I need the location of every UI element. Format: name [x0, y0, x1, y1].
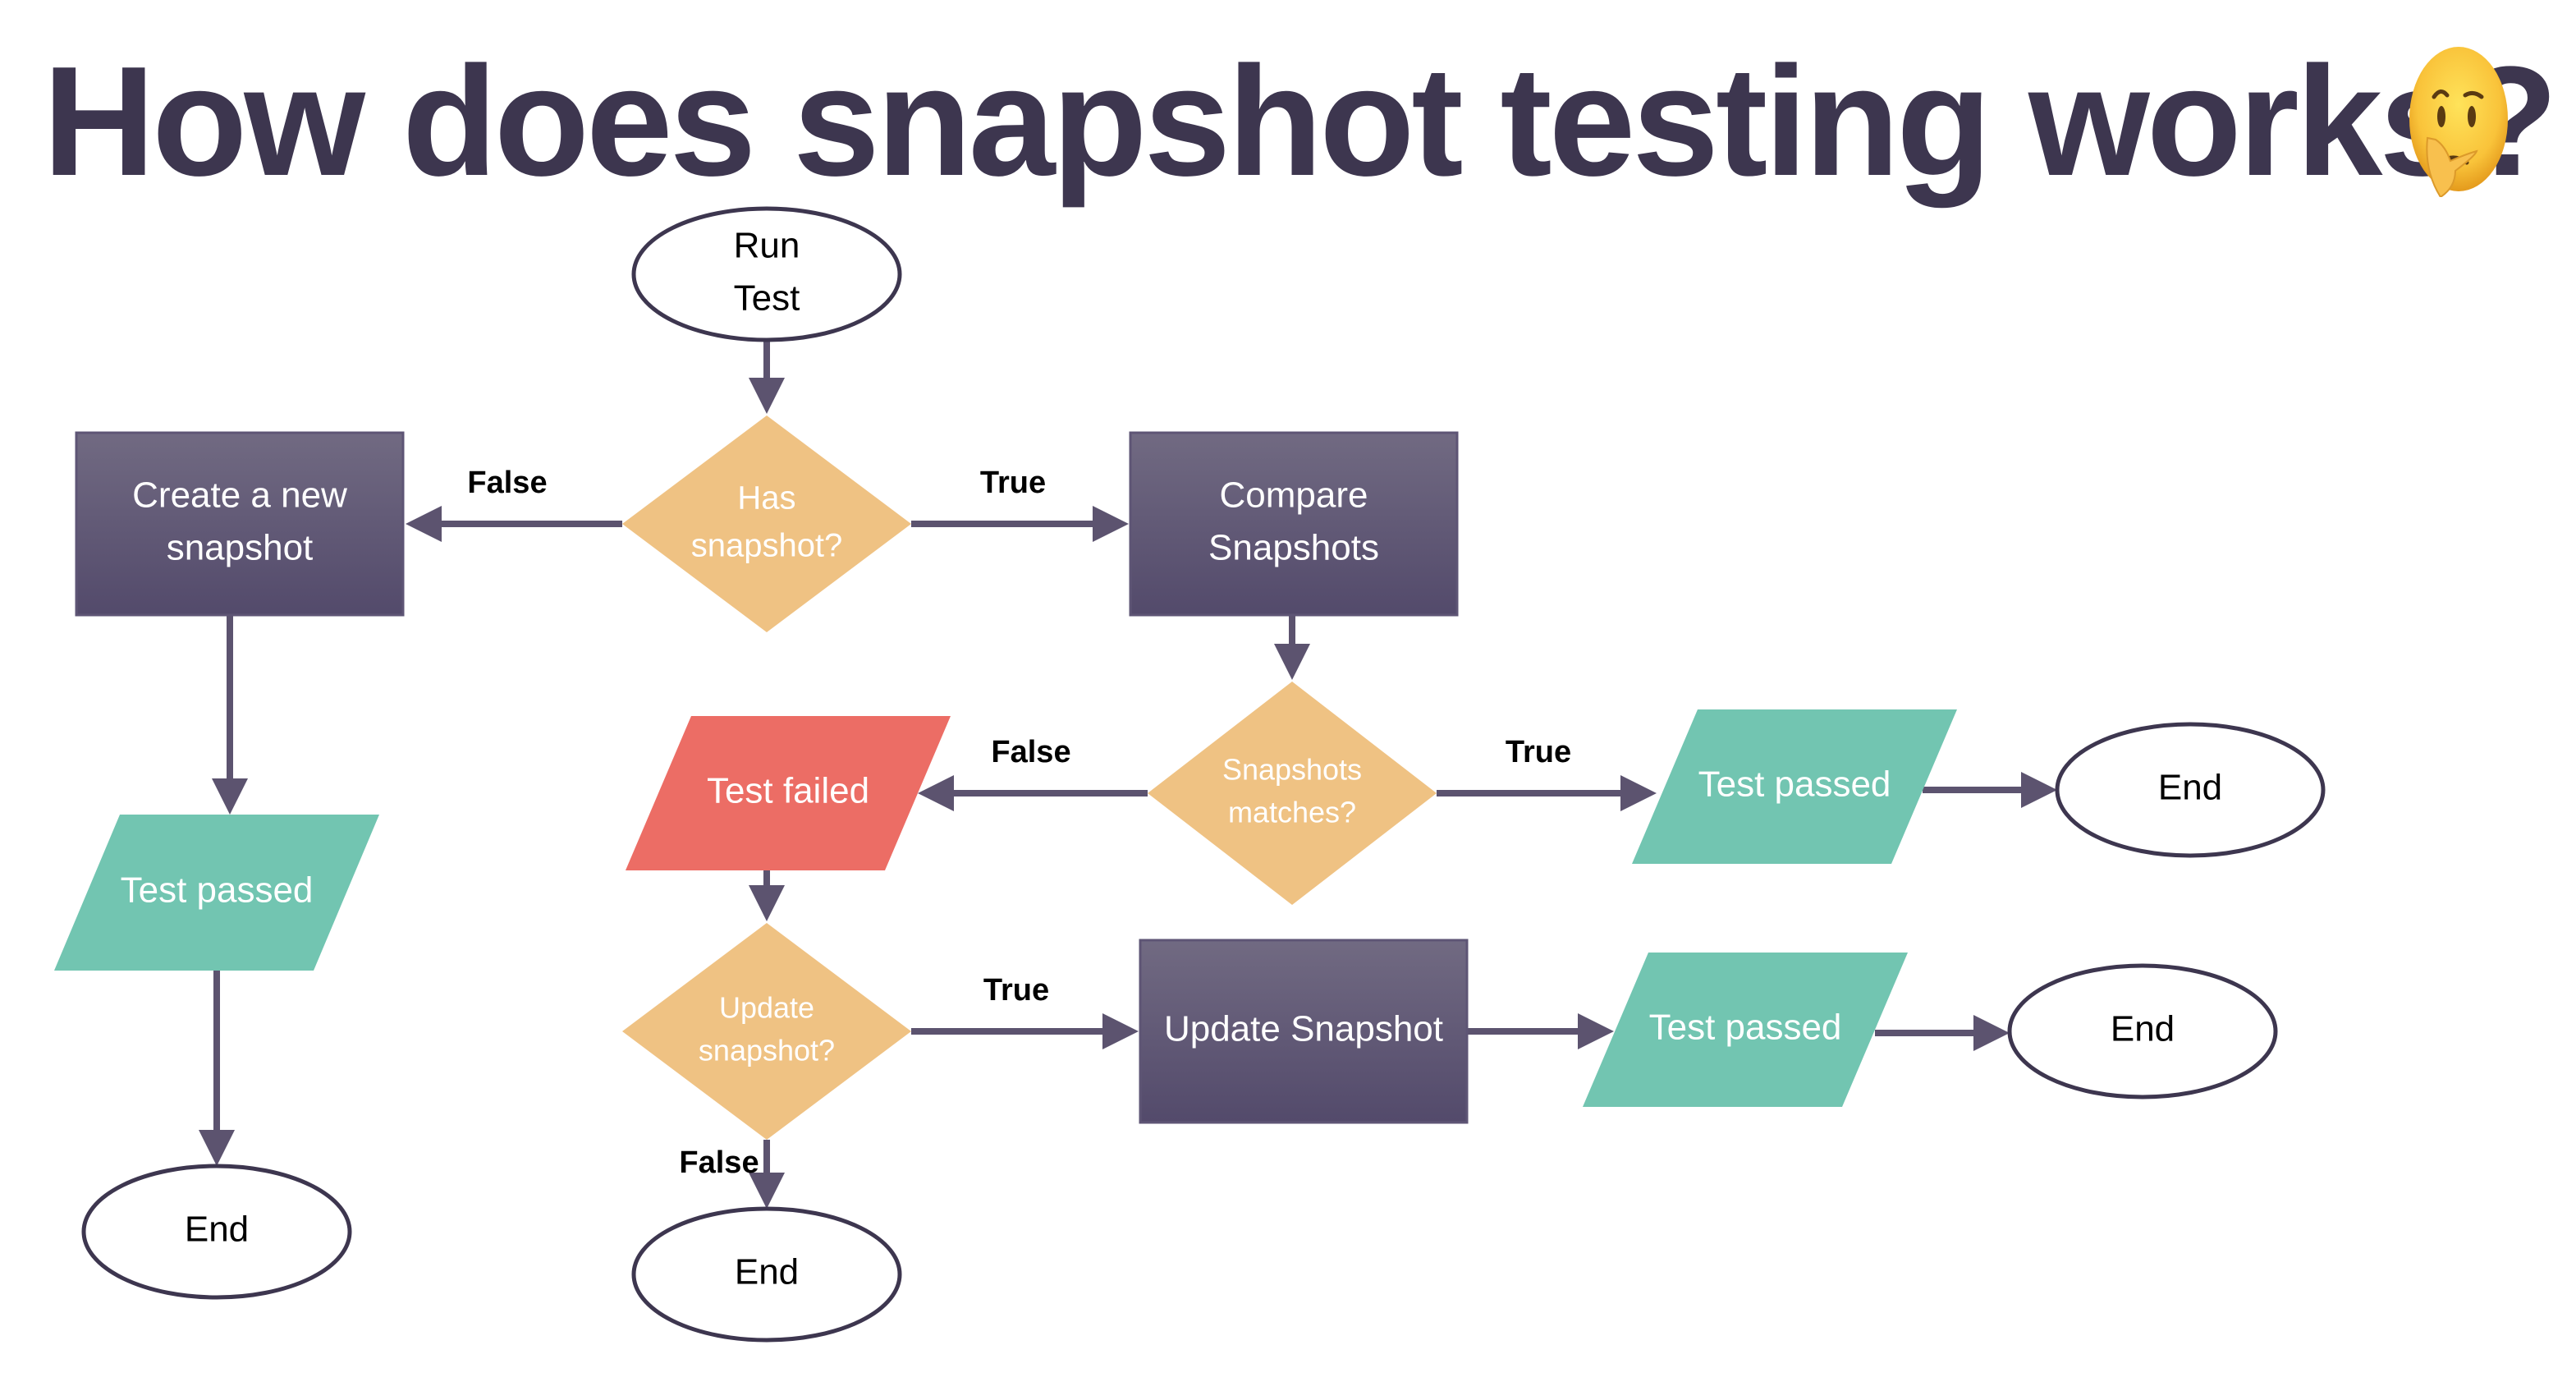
node-has-snapshot[interactable]: Has snapshot?	[622, 415, 911, 632]
edge-label-false: False	[679, 1145, 759, 1180]
node-test-passed-new[interactable]: Test passed	[54, 815, 379, 971]
arrowhead-icon	[1274, 644, 1310, 680]
node-test-passed-match[interactable]: Test passed	[1632, 709, 1957, 864]
node-label: End	[185, 1210, 249, 1250]
node-label: Test passed	[1698, 764, 1891, 805]
node-label: snapshot?	[691, 528, 843, 564]
node-label: End	[2111, 1009, 2175, 1049]
node-compare-snapshots[interactable]: Compare Snapshots	[1129, 431, 1459, 617]
flowchart: RunTestHassnapshot?Create a newsnapshotC…	[54, 206, 2326, 1343]
edge-label-false: False	[991, 735, 1070, 769]
node-end-new[interactable]: End	[81, 1164, 352, 1300]
node-label: Snapshots	[1222, 752, 1362, 786]
arrowhead-icon	[918, 775, 954, 811]
node-label: Test passed	[1649, 1008, 1842, 1048]
arrowhead-icon	[1620, 775, 1657, 811]
node-test-failed[interactable]: Test failed	[626, 716, 951, 870]
node-snapshots-match[interactable]: Snapshots matches?	[1148, 682, 1437, 905]
arrowhead-icon	[1093, 506, 1129, 542]
arrowhead-icon	[406, 506, 442, 542]
node-label: snapshot?	[699, 1034, 835, 1067]
arrowhead-icon	[749, 885, 785, 921]
node-label: Snapshots	[1208, 528, 1379, 568]
node-end-no-update[interactable]: End	[631, 1206, 902, 1343]
arrowhead-icon	[1973, 1015, 2010, 1051]
node-end-match[interactable]: End	[2055, 722, 2326, 858]
arrowhead-icon	[2021, 772, 2057, 808]
arrowhead-icon	[1102, 1013, 1139, 1049]
node-label: End	[735, 1252, 799, 1292]
arrowhead-icon	[749, 378, 785, 414]
node-label: Has	[737, 480, 795, 516]
node-test-passed-update[interactable]: Test passed	[1583, 953, 1908, 1107]
node-label: Update	[719, 990, 814, 1024]
node-run-test[interactable]: Run Test	[631, 206, 902, 342]
node-label: Test failed	[707, 771, 869, 811]
node-label: Create a new	[132, 475, 347, 516]
node-label: Test	[734, 278, 800, 319]
arrowhead-icon	[212, 778, 248, 815]
node-create-snapshot[interactable]: Create a new snapshot	[75, 431, 405, 617]
arrowhead-icon	[199, 1130, 235, 1166]
node-end-update[interactable]: End	[2007, 963, 2278, 1099]
edge-label-true: True	[1506, 735, 1571, 769]
node-label: Run	[734, 226, 800, 266]
node-update-snapshot[interactable]: Update Snapshot	[1139, 939, 1469, 1124]
node-label: Compare	[1220, 475, 1368, 516]
edge-label-true: True	[980, 466, 1046, 500]
node-update-question[interactable]: Update snapshot?	[622, 923, 911, 1140]
node-label: Update Snapshot	[1164, 1009, 1443, 1049]
node-label: snapshot	[167, 528, 314, 568]
edge-label-false: False	[467, 466, 547, 500]
node-label: End	[2158, 768, 2222, 808]
arrowhead-icon	[1578, 1013, 1614, 1049]
node-label: Test passed	[121, 870, 314, 911]
node-label: matches?	[1228, 796, 1356, 829]
edge-label-true: True	[983, 973, 1049, 1008]
